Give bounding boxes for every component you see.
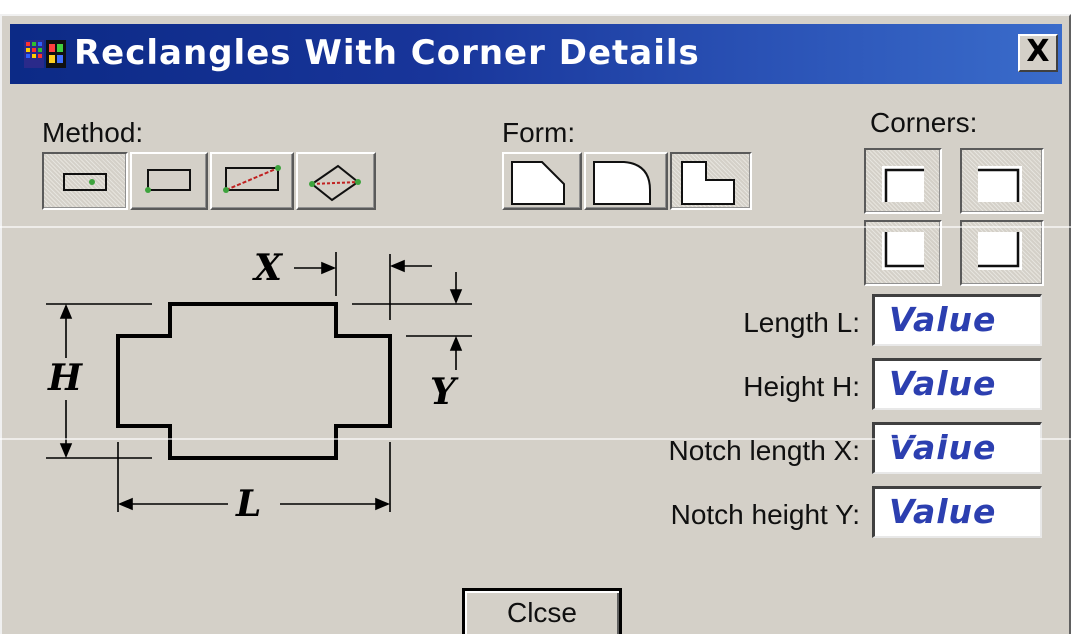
- corners-label: Corners:: [870, 107, 978, 138]
- notch-length-input[interactable]: Value: [872, 422, 1042, 474]
- dialog-window: Reclangles With Corner Details X Method:: [0, 14, 1071, 634]
- title-close-button[interactable]: X: [1018, 34, 1058, 72]
- height-label: Height H:: [743, 371, 860, 402]
- diagram-y-letter: Y: [430, 371, 456, 413]
- height-input[interactable]: Value: [872, 358, 1042, 410]
- top-right-corner-icon: [978, 166, 1022, 202]
- form-notch-button[interactable]: [670, 152, 752, 210]
- method-center-button[interactable]: [42, 152, 128, 210]
- diagram-l-letter: L: [236, 483, 262, 525]
- app-icon: [24, 40, 66, 68]
- close-button[interactable]: Clcse: [462, 588, 622, 634]
- notch-height-label: Notch height Y:: [670, 499, 860, 530]
- notched-rectangle-diagram: X Y H L: [32, 246, 492, 526]
- rectangle-diagonal-method-icon: [223, 165, 281, 193]
- rectangle-corner-method-icon: [145, 169, 191, 193]
- title-bar[interactable]: Reclangles With Corner Details X: [10, 24, 1062, 84]
- length-input[interactable]: Value: [872, 294, 1042, 346]
- length-label: Length L:: [743, 307, 860, 338]
- notch-length-label: Notch length X:: [668, 435, 860, 466]
- method-corner-button[interactable]: [130, 152, 208, 210]
- window-title: Reclangles With Corner Details: [74, 33, 700, 73]
- rectangle-center-method-icon: [63, 173, 107, 191]
- method-label: Method:: [42, 117, 144, 148]
- overlay-line-bottom: [0, 438, 1071, 440]
- form-label: Form:: [502, 117, 576, 148]
- corner-bottom-right-button[interactable]: [960, 220, 1044, 286]
- rectangle-rotated-method-icon: [309, 164, 361, 202]
- form-round-button[interactable]: [584, 152, 668, 210]
- top-left-corner-icon: [882, 166, 924, 202]
- corner-bottom-left-button[interactable]: [864, 220, 942, 286]
- chamfer-form-icon: [511, 161, 565, 205]
- bottom-left-corner-icon: [882, 232, 924, 270]
- notch-height-input[interactable]: Value: [872, 486, 1042, 538]
- form-chamfer-button[interactable]: [502, 152, 582, 210]
- notch-form-icon: [681, 161, 735, 205]
- method-rotated-button[interactable]: [296, 152, 376, 210]
- corner-top-left-button[interactable]: [864, 148, 942, 214]
- bottom-right-corner-icon: [978, 232, 1022, 270]
- diagram-x-letter: X: [254, 247, 282, 289]
- method-diagonal-button[interactable]: [210, 152, 294, 210]
- diagram-h-letter: H: [48, 357, 83, 399]
- round-form-icon: [593, 161, 651, 205]
- overlay-line-top: [0, 226, 1071, 228]
- corner-top-right-button[interactable]: [960, 148, 1044, 214]
